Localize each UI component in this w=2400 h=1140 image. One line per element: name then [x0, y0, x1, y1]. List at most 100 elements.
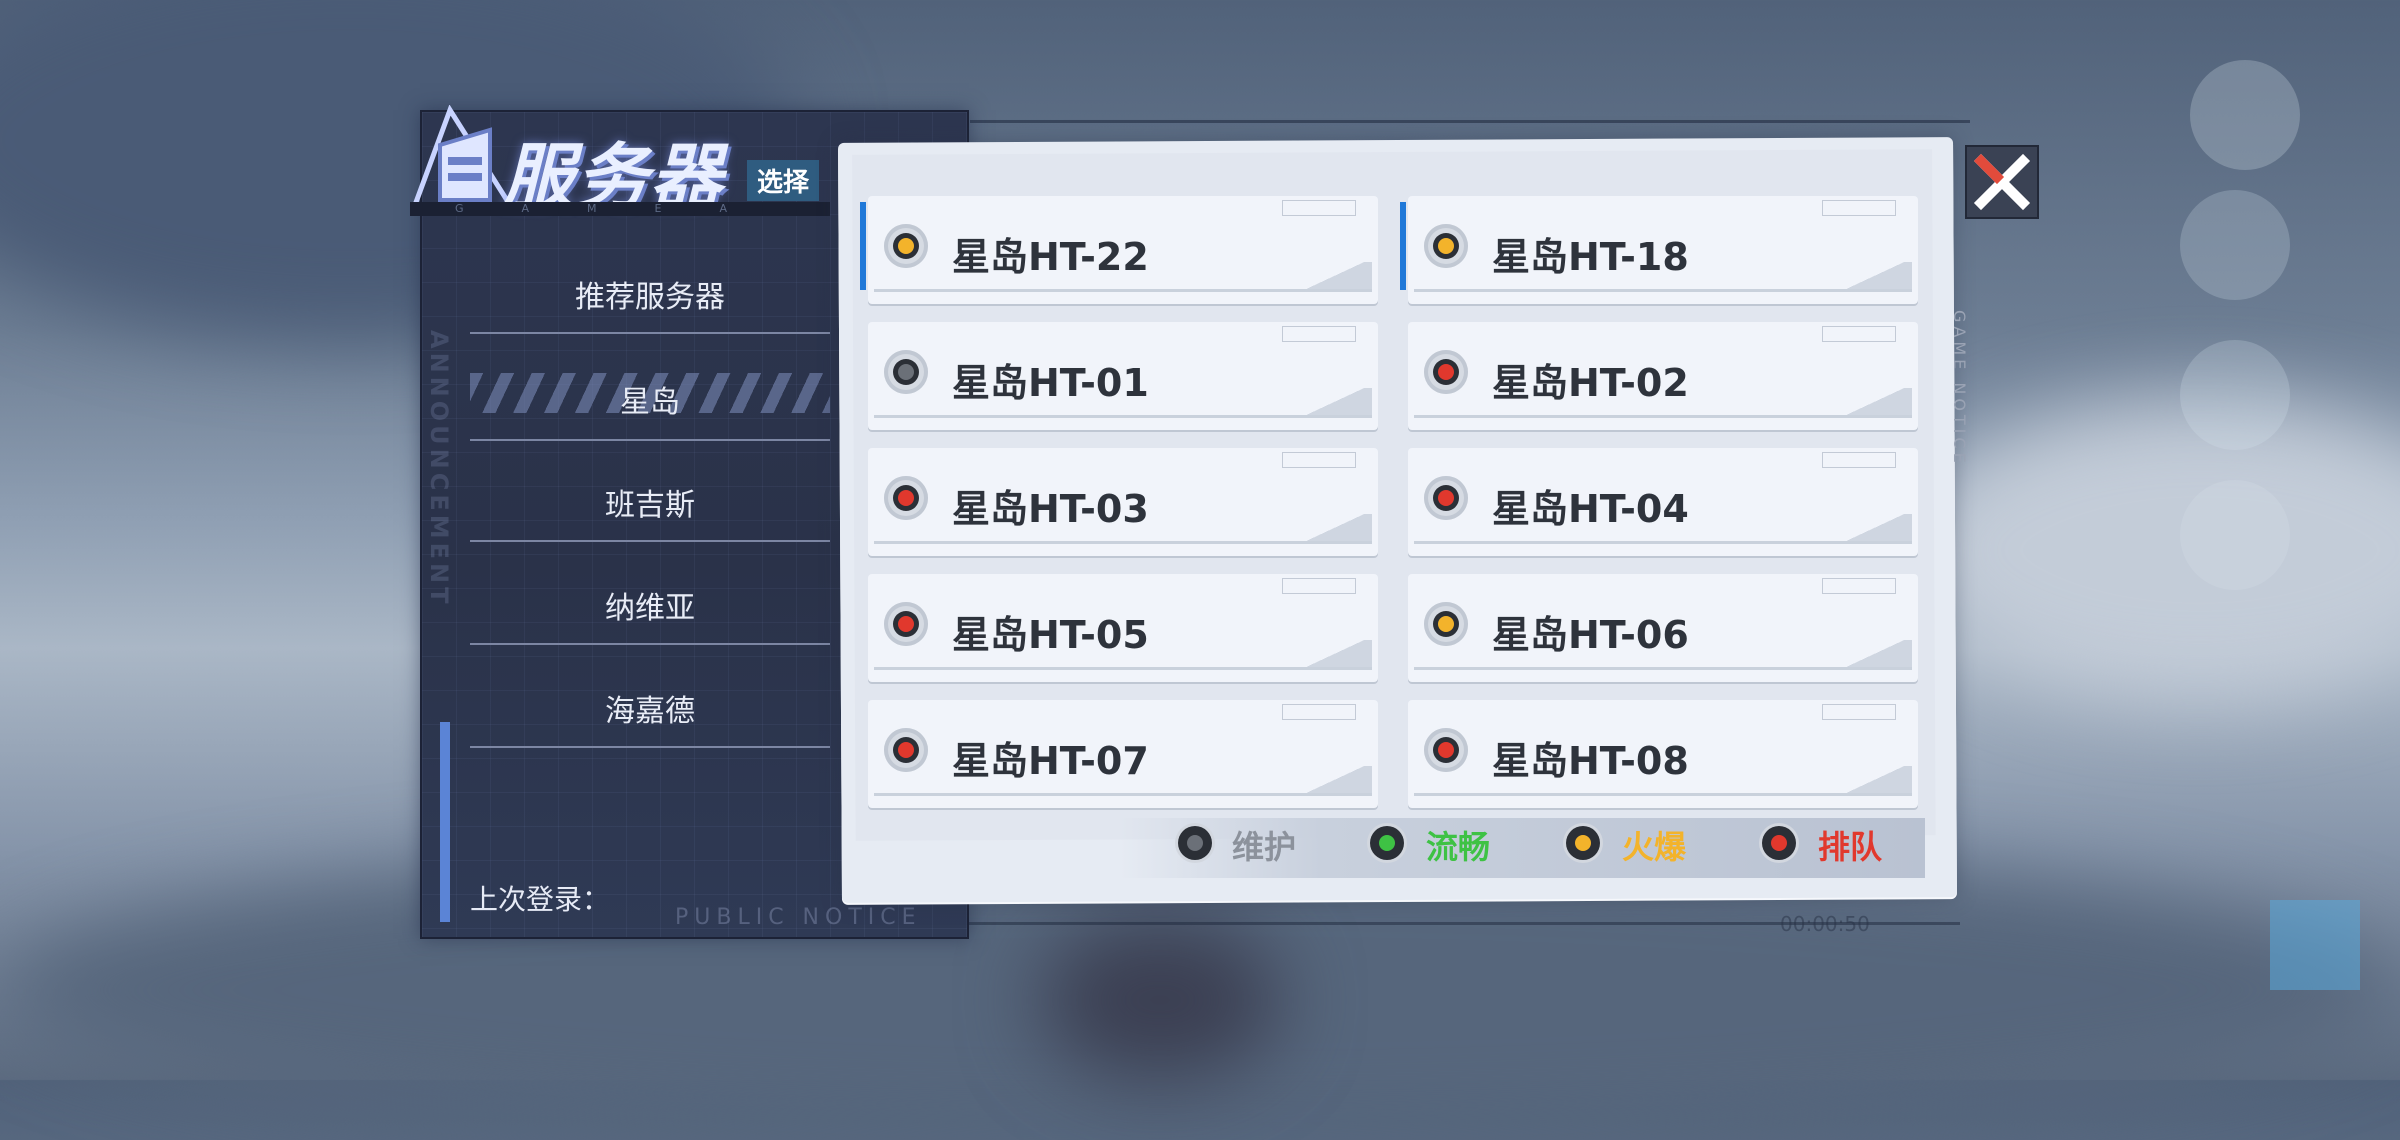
server-card[interactable]: 星岛HT-02: [1408, 322, 1918, 430]
legend-queue-label: 排队: [1818, 828, 1883, 866]
card-decoration: [1822, 704, 1896, 720]
card-corner-decoration: [1832, 262, 1912, 292]
card-decoration: [1822, 326, 1896, 342]
background-decor-square: [2270, 900, 2360, 990]
status-legend: 维护 流畅 火爆 排队: [1120, 818, 1925, 878]
server-name: 星岛HT-06: [1492, 613, 1689, 657]
tab-underline: [470, 439, 830, 441]
background-decor-circle: [2180, 480, 2290, 590]
server-card[interactable]: 星岛HT-08: [1408, 700, 1918, 808]
card-divider: [874, 415, 1372, 418]
region-tab-label: 班吉斯: [605, 488, 695, 523]
card-corner-decoration: [1292, 262, 1372, 292]
legend-queue-icon: [1762, 826, 1796, 860]
server-select-title: 服务器 选择 GAMEA: [410, 100, 840, 220]
public-notice-text: PUBLIC NOTICE: [675, 905, 922, 930]
server-card[interactable]: 星岛HT-06: [1408, 574, 1918, 682]
card-decoration: [1282, 578, 1356, 594]
status-queue-icon: [884, 728, 928, 772]
status-hot-icon: [1424, 224, 1468, 268]
server-name: 星岛HT-02: [1492, 361, 1689, 405]
status-queue-icon: [1424, 350, 1468, 394]
server-name: 星岛HT-05: [952, 613, 1149, 657]
background-decor-circle: [2180, 190, 2290, 300]
panel-accent-stripe: [440, 722, 450, 922]
status-queue-icon: [1424, 476, 1468, 520]
region-tab-xingdao[interactable]: 星岛: [470, 373, 830, 441]
card-decoration: [1282, 704, 1356, 720]
tab-underline: [470, 643, 830, 645]
card-divider: [1414, 415, 1912, 418]
status-queue-icon: [884, 476, 928, 520]
status-hot-icon: [1424, 602, 1468, 646]
selected-indicator: [1400, 202, 1406, 290]
server-name: 星岛HT-18: [1492, 235, 1689, 279]
card-divider: [874, 793, 1372, 796]
tab-underline: [470, 540, 830, 542]
region-tab-label: 星岛: [620, 385, 680, 420]
region-tab-recommended[interactable]: 推荐服务器: [470, 272, 830, 334]
card-divider: [874, 289, 1372, 292]
status-queue-icon: [884, 602, 928, 646]
background-cloud-blob: [1900, 400, 2400, 700]
card-divider: [1414, 793, 1912, 796]
card-corner-decoration: [1832, 388, 1912, 418]
selected-indicator: [860, 202, 866, 290]
background-figure-blob: [1040, 920, 1280, 1080]
card-corner-decoration: [1292, 766, 1372, 796]
legend-maintenance-label: 维护: [1232, 828, 1297, 866]
background-decor-circle: [2190, 60, 2300, 170]
card-decoration: [1822, 578, 1896, 594]
card-decoration: [1282, 452, 1356, 468]
server-card[interactable]: 星岛HT-01: [868, 322, 1378, 430]
region-tab-haijiade[interactable]: 海嘉德: [470, 686, 830, 748]
region-tab-naweiya[interactable]: 纳维亚: [470, 583, 830, 645]
region-tab-label: 海嘉德: [605, 694, 695, 729]
region-tab-label: 纳维亚: [605, 591, 695, 626]
card-divider: [1414, 541, 1912, 544]
card-corner-decoration: [1832, 640, 1912, 670]
card-decoration: [1282, 200, 1356, 216]
legend-hot-label: 火爆: [1622, 828, 1687, 866]
server-card[interactable]: 星岛HT-03: [868, 448, 1378, 556]
status-queue-icon: [1424, 728, 1468, 772]
server-card[interactable]: 星岛HT-07: [868, 700, 1378, 808]
server-name: 星岛HT-07: [952, 739, 1149, 783]
page-subtitle-badge: 选择: [747, 160, 820, 201]
background-decor-circle: [2180, 340, 2290, 450]
last-login-label: 上次登录：: [470, 883, 611, 916]
server-card[interactable]: 星岛HT-04: [1408, 448, 1918, 556]
legend-hot-icon: [1566, 826, 1600, 860]
region-tab-banjisi[interactable]: 班吉斯: [470, 480, 830, 542]
card-divider: [874, 541, 1372, 544]
legend-maintenance-icon: [1178, 826, 1212, 860]
server-card[interactable]: 星岛HT-05: [868, 574, 1378, 682]
card-divider: [1414, 667, 1912, 670]
server-name: 星岛HT-03: [952, 487, 1149, 531]
card-corner-decoration: [1292, 514, 1372, 544]
tab-underline: [470, 746, 830, 748]
card-divider: [874, 667, 1372, 670]
tab-underline: [470, 332, 830, 334]
status-hot-icon: [884, 224, 928, 268]
card-decoration: [1822, 200, 1896, 216]
legend-smooth-icon: [1370, 826, 1404, 860]
region-tab-label: 推荐服务器: [575, 280, 725, 315]
server-card[interactable]: 星岛HT-22: [860, 196, 1378, 304]
card-decoration: [1822, 452, 1896, 468]
card-decoration: [1282, 326, 1356, 342]
timer-readout: 00:00:50: [1780, 912, 1870, 936]
server-name: 星岛HT-08: [1492, 739, 1689, 783]
card-corner-decoration: [1292, 388, 1372, 418]
title-strip: GAMEA: [410, 202, 830, 216]
announcement-side-text: ANNOUNCEMENT: [425, 330, 453, 608]
close-x-icon: [1973, 153, 2031, 211]
status-maintenance-icon: [884, 350, 928, 394]
card-corner-decoration: [1832, 766, 1912, 796]
server-card[interactable]: 星岛HT-18: [1400, 196, 1918, 304]
server-name: 星岛HT-22: [952, 235, 1149, 279]
legend-smooth-label: 流畅: [1426, 828, 1491, 866]
close-button[interactable]: [1965, 145, 2039, 219]
card-divider: [1414, 289, 1912, 292]
background-decor-line: [970, 120, 1970, 123]
